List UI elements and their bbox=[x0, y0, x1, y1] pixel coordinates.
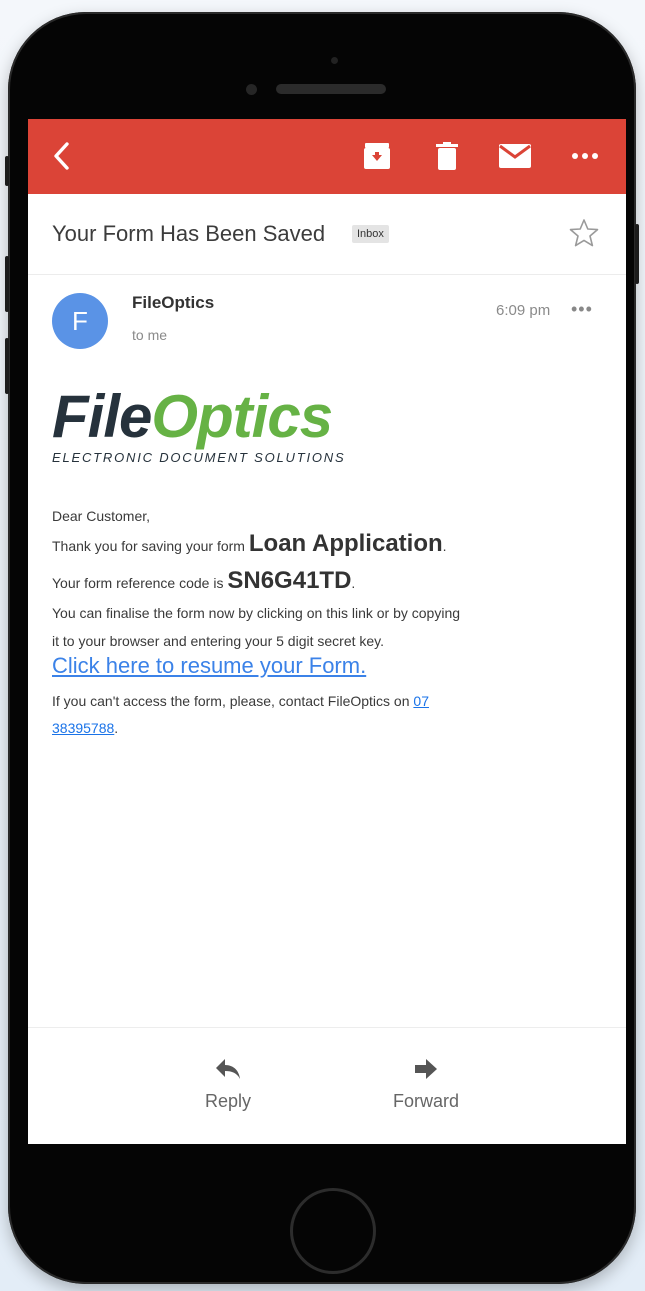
subject-header: Your Form Has Been Saved Inbox bbox=[28, 194, 626, 275]
proximity-sensor bbox=[331, 57, 338, 64]
reference-suffix: . bbox=[351, 575, 356, 591]
volume-up-button bbox=[5, 256, 9, 312]
bottom-action-bar: Reply Forward bbox=[28, 1027, 626, 1144]
volume-down-button bbox=[5, 338, 9, 394]
mail-icon bbox=[499, 144, 531, 168]
archive-icon bbox=[364, 143, 390, 169]
instruction-line-1: You can finalise the form now by clickin… bbox=[52, 605, 461, 621]
sender-name[interactable]: FileOptics bbox=[132, 293, 214, 313]
back-button[interactable] bbox=[42, 139, 82, 173]
front-camera bbox=[246, 84, 257, 95]
greeting: Dear Customer, bbox=[52, 508, 151, 524]
contact-line: If you can't access the form, please, co… bbox=[52, 693, 429, 709]
recipient-details[interactable]: to me bbox=[132, 327, 167, 343]
fileoptics-logo: FileOptics bbox=[52, 387, 333, 447]
message-more-button[interactable]: ••• bbox=[571, 299, 593, 320]
phone-link-part2[interactable]: 38395788 bbox=[52, 720, 114, 736]
reply-icon bbox=[216, 1059, 240, 1079]
more-button[interactable] bbox=[565, 139, 605, 173]
contact-line-2: 38395788. bbox=[52, 720, 118, 736]
mark-unread-button[interactable] bbox=[495, 139, 535, 173]
reply-label: Reply bbox=[204, 1091, 252, 1111]
forward-arrow-icon bbox=[415, 1059, 437, 1079]
instruction-line-2: it to your browser and entering your 5 d… bbox=[52, 633, 385, 649]
star-icon bbox=[569, 219, 599, 247]
earpiece-speaker bbox=[276, 84, 386, 94]
reference-prefix: Your form reference code is bbox=[52, 575, 228, 591]
form-saved-line: Thank you for saving your form Loan Appl… bbox=[52, 530, 447, 558]
logo-optics-text: Optics bbox=[151, 383, 333, 450]
forward-button[interactable]: Forward bbox=[378, 1058, 474, 1112]
email-subject: Your Form Has Been Saved bbox=[52, 221, 326, 246]
inbox-label-badge[interactable]: Inbox bbox=[352, 225, 389, 243]
reply-button[interactable]: Reply bbox=[188, 1058, 268, 1112]
email-time: 6:09 pm bbox=[496, 302, 551, 319]
reference-code: SN6G41TD bbox=[227, 567, 352, 594]
home-button[interactable] bbox=[290, 1188, 376, 1274]
logo-tagline: ELECTRONIC DOCUMENT SOLUTIONS bbox=[52, 450, 346, 465]
resume-form-link[interactable]: Click here to resume your Form. bbox=[52, 653, 366, 679]
reference-code-line: Your form reference code is SN6G41TD. bbox=[52, 567, 355, 595]
email-toolbar bbox=[28, 119, 626, 194]
archive-button[interactable] bbox=[357, 139, 397, 173]
phone-link-part1[interactable]: 07 bbox=[413, 693, 429, 709]
silent-switch bbox=[5, 156, 9, 186]
logo-file-text: File bbox=[52, 383, 152, 450]
email-screen: Your Form Has Been Saved Inbox F FileOpt… bbox=[28, 119, 626, 1144]
sender-avatar[interactable]: F bbox=[52, 293, 108, 349]
chevron-left-icon bbox=[54, 142, 69, 170]
more-horizontal-icon bbox=[572, 153, 598, 159]
power-button bbox=[635, 224, 639, 284]
forward-label: Forward bbox=[392, 1091, 459, 1111]
form-saved-suffix: . bbox=[442, 538, 447, 554]
contact-suffix: . bbox=[114, 720, 119, 736]
trash-icon bbox=[436, 142, 458, 170]
star-button[interactable] bbox=[569, 218, 599, 253]
form-name: Loan Application bbox=[248, 530, 443, 557]
form-saved-prefix: Thank you for saving your form bbox=[52, 538, 249, 554]
contact-prefix: If you can't access the form, please, co… bbox=[52, 693, 414, 709]
delete-button[interactable] bbox=[427, 139, 467, 173]
